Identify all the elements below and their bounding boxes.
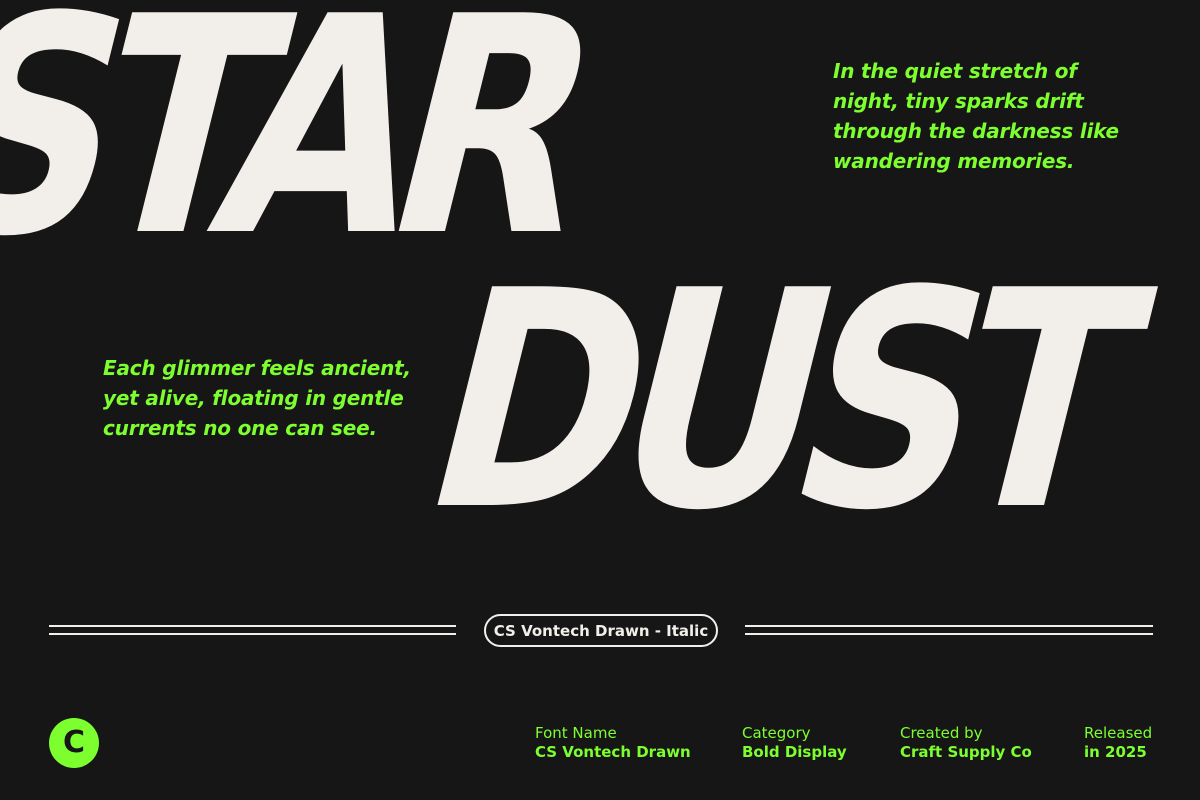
brand-logo-letter: C — [62, 725, 86, 760]
meta-category-label: Category — [742, 724, 811, 742]
meta-font-name-label: Font Name — [535, 724, 617, 742]
meta-created-by-label: Created by — [900, 724, 983, 742]
divider-right — [745, 625, 1153, 635]
meta-created-by-value: Craft Supply Co — [900, 743, 1032, 761]
meta-released: Released in 2025 — [1084, 724, 1152, 762]
quote-top-right: In the quiet stretch of night, tiny spar… — [833, 59, 1119, 173]
meta-font-name-value: CS Vontech Drawn — [535, 743, 691, 761]
meta-released-value: in 2025 — [1084, 743, 1147, 761]
brand-logo-icon: C — [49, 718, 99, 768]
meta-category: Category Bold Display — [742, 724, 847, 762]
meta-category-value: Bold Display — [742, 743, 847, 761]
meta-released-label: Released — [1084, 724, 1153, 742]
hero-word-dust: DUST — [397, 227, 1155, 576]
font-style-badge: CS Vontech Drawn - Italic — [484, 614, 718, 647]
meta-created-by: Created by Craft Supply Co — [900, 724, 1032, 762]
meta-font-name: Font Name CS Vontech Drawn — [535, 724, 691, 762]
divider-left — [49, 625, 456, 635]
quote-left: Each glimmer feels ancient, yet alive, f… — [103, 356, 411, 440]
